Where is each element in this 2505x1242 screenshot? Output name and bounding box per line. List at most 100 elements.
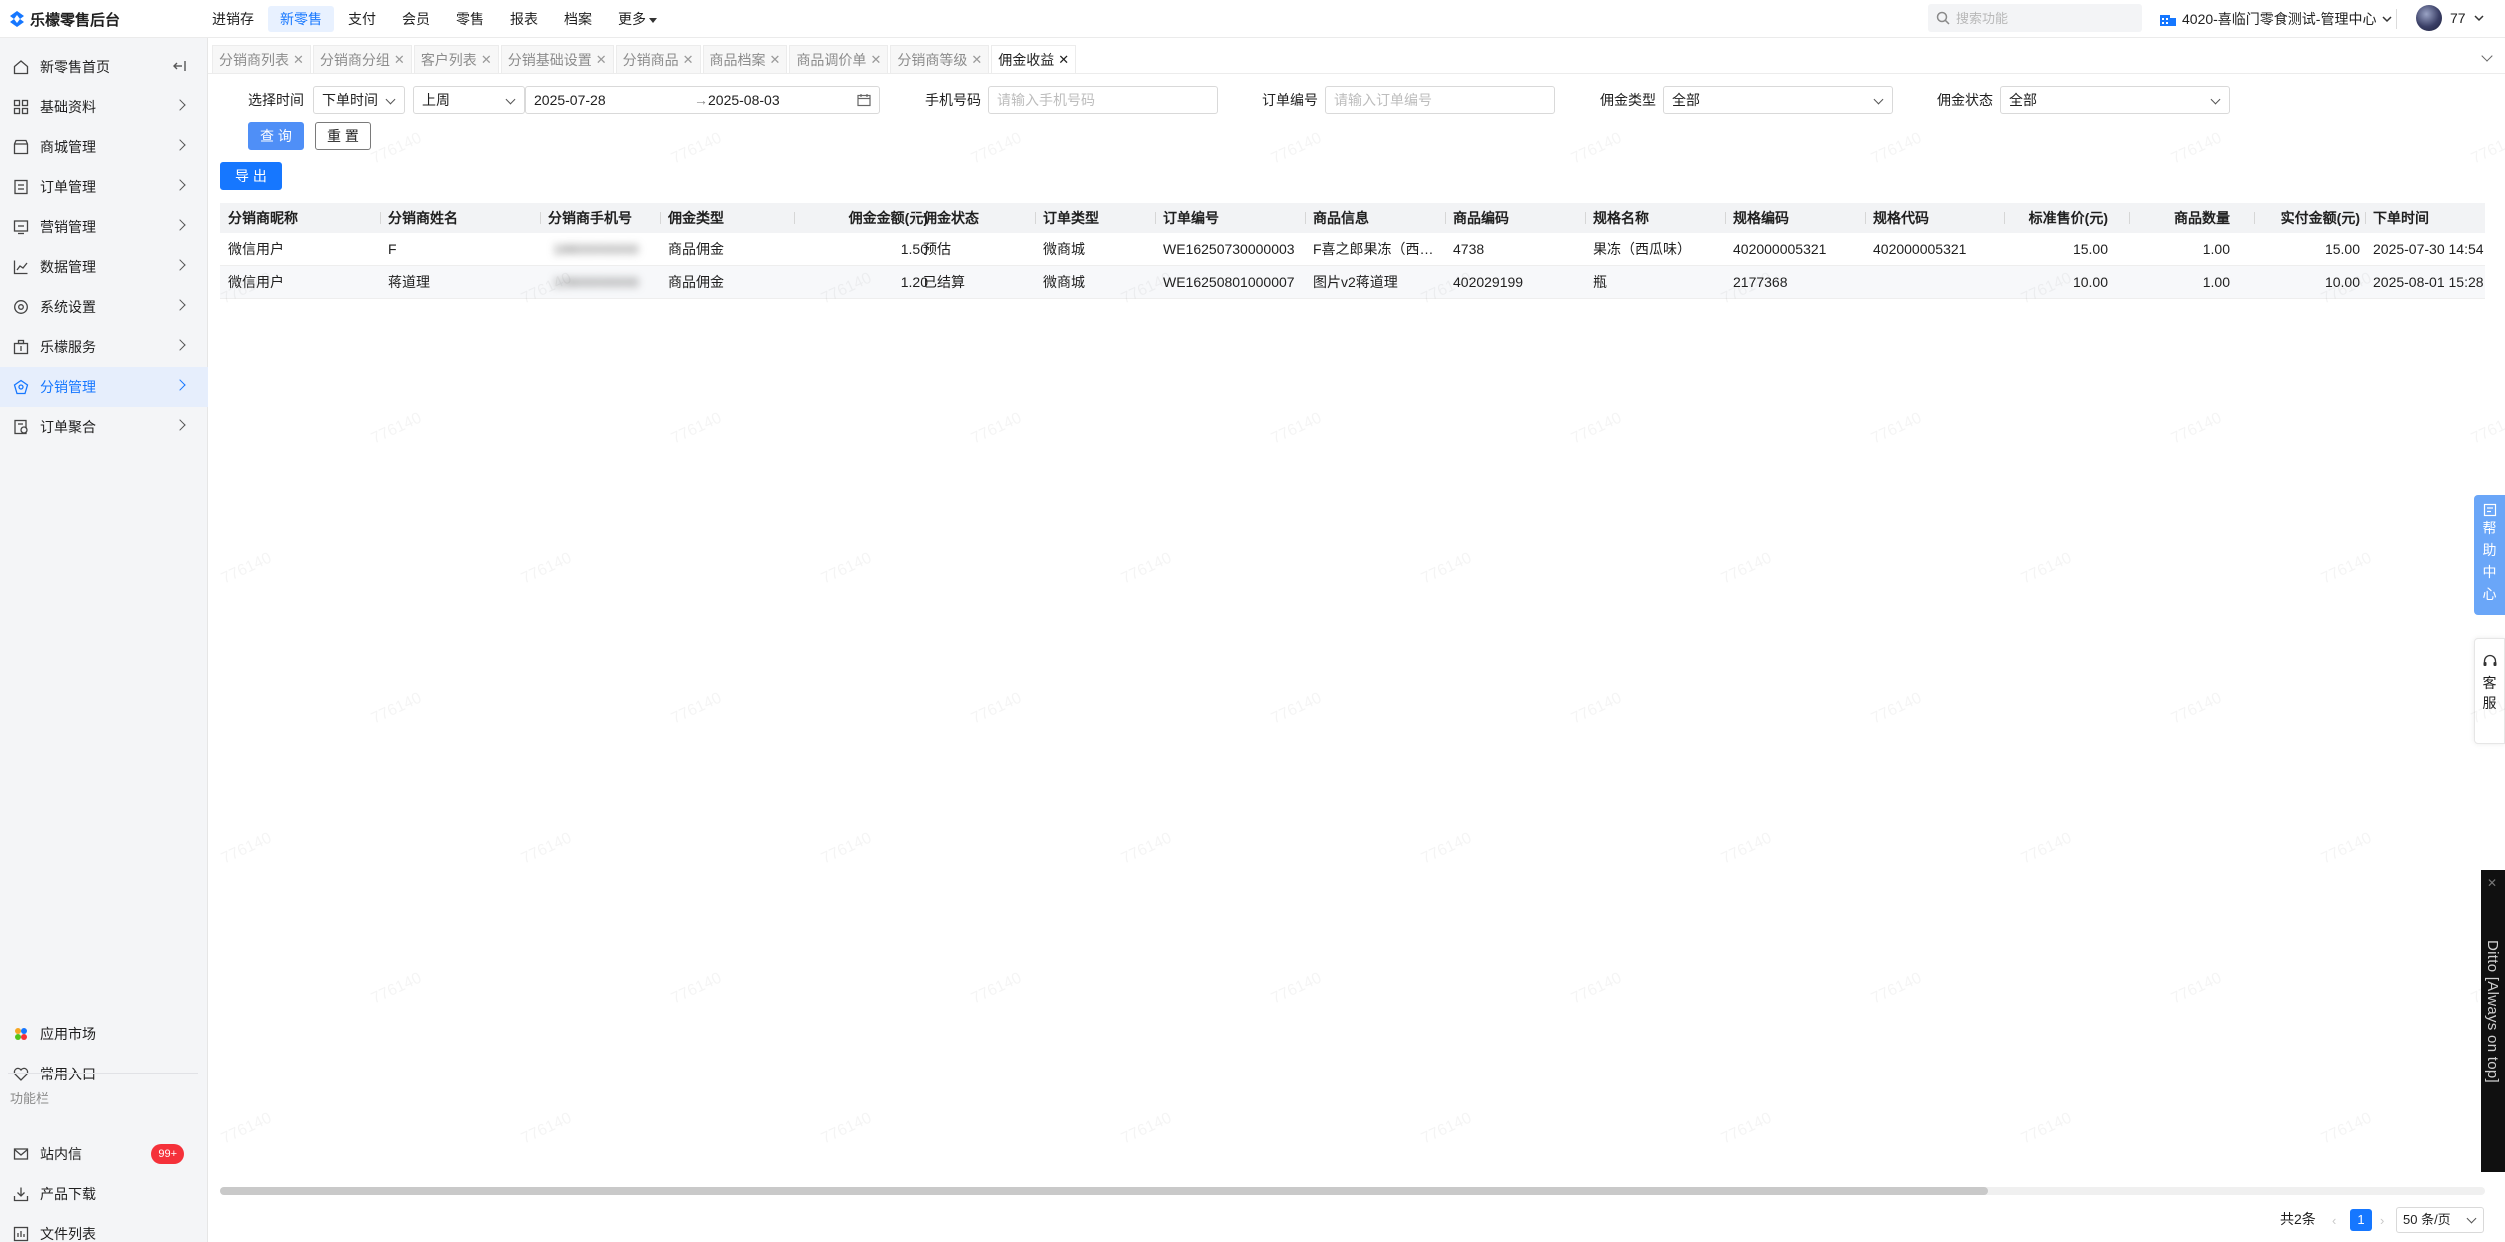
- sidebar-item-download[interactable]: 产品下载: [0, 1174, 208, 1214]
- topnav-item-member[interactable]: 会员: [390, 6, 442, 32]
- topnav-item-reports[interactable]: 报表: [498, 6, 550, 32]
- col-header-spec-code: 规格编码: [1725, 203, 1789, 233]
- sidebar-item-data[interactable]: 数据管理: [0, 247, 208, 287]
- period-select[interactable]: 上周: [413, 86, 525, 114]
- close-icon[interactable]: ✕: [870, 52, 881, 68]
- table-horizontal-scrollbar[interactable]: [220, 1187, 2485, 1195]
- watermark-text: 776140: [669, 970, 725, 1009]
- sidebar-item-lemeng-service[interactable]: 乐檬服务: [0, 327, 208, 367]
- close-icon[interactable]: ✕: [683, 52, 694, 68]
- chevron-right-icon: [174, 99, 186, 111]
- order-no-input[interactable]: [1334, 92, 1546, 108]
- reset-button[interactable]: 重 置: [315, 122, 371, 150]
- cell-nickname: 微信用户: [228, 274, 284, 290]
- cell-spec-name: 果冻（西瓜味）: [1593, 241, 1691, 257]
- close-icon[interactable]: ✕: [770, 52, 781, 68]
- watermark-text: 776140: [1269, 970, 1325, 1009]
- tab-commission-income[interactable]: 佣金收益 ✕: [991, 45, 1077, 73]
- tab-customer-list[interactable]: 客户列表 ✕: [413, 45, 499, 73]
- tab-distribution-products[interactable]: 分销商品 ✕: [615, 45, 701, 73]
- topnav-item-retail[interactable]: 零售: [444, 6, 496, 32]
- topnav-item-payment[interactable]: 支付: [336, 6, 388, 32]
- sidebar-item-label: 应用市场: [40, 1026, 96, 1042]
- date-end[interactable]: 2025-08-03: [708, 92, 858, 108]
- watermark-text: 776140: [1869, 410, 1925, 449]
- help-center-button[interactable]: 帮 助 中 心: [2474, 495, 2505, 615]
- sidebar-item-order-aggregate[interactable]: 订单聚合: [0, 407, 208, 447]
- file-list-icon: [12, 1225, 30, 1242]
- tab-price-adjustment[interactable]: 商品调价单 ✕: [789, 45, 889, 73]
- sidebar-item-files[interactable]: 文件列表: [0, 1214, 208, 1242]
- sidebar-item-marketing[interactable]: 营销管理: [0, 207, 208, 247]
- store-icon: [12, 138, 30, 156]
- order-no-field[interactable]: [1325, 86, 1555, 114]
- phone-field[interactable]: [988, 86, 1218, 114]
- watermark-text: 776140: [819, 830, 875, 869]
- page-number-current[interactable]: 1: [2350, 1209, 2372, 1231]
- watermark-text: 776140: [2469, 410, 2505, 449]
- close-icon[interactable]: ✕: [1058, 52, 1069, 68]
- sidebar-group-label: 功能栏: [10, 1091, 50, 1106]
- search-input[interactable]: [1956, 10, 2126, 26]
- chevron-down-icon: [1873, 94, 1884, 105]
- close-icon[interactable]: ✕: [2487, 876, 2497, 890]
- date-range-picker[interactable]: 2025-07-28 → 2025-08-03: [525, 86, 880, 114]
- store-switcher[interactable]: 4020-喜临门零食测试-管理中心: [2160, 9, 2392, 29]
- watermark-text: 776140: [519, 830, 575, 869]
- watermark-text: 776140: [2169, 690, 2225, 729]
- user-menu[interactable]: 77: [2416, 5, 2484, 31]
- close-icon[interactable]: ✕: [293, 52, 304, 68]
- topnav-item-new-retail[interactable]: 新零售: [268, 6, 334, 32]
- customer-service-button[interactable]: 客 服: [2474, 638, 2505, 744]
- tab-product-archive[interactable]: 商品档案 ✕: [702, 45, 788, 73]
- phone-input[interactable]: [997, 92, 1209, 108]
- commission-status-label: 佣金状态: [1937, 92, 1993, 108]
- sidebar-item-app-market[interactable]: 应用市场: [0, 1014, 208, 1054]
- watermark-text: 776140: [1719, 550, 1775, 589]
- time-type-select[interactable]: 下单时间: [313, 86, 405, 114]
- date-start[interactable]: 2025-07-28: [534, 92, 694, 108]
- ditto-window[interactable]: ✕ Ditto [Always on top]: [2481, 870, 2505, 1172]
- table-row[interactable]: 微信用户 F 18800000000 商品佣金 1.50 预估 微商城 WE16…: [220, 233, 2485, 266]
- tabs-more-chevron-icon[interactable]: [2481, 50, 2493, 62]
- commission-status-value: 全部: [2009, 92, 2037, 108]
- col-header-order-type: 订单类型: [1035, 203, 1099, 233]
- close-icon[interactable]: ✕: [481, 52, 492, 68]
- sidebar-item-inbox[interactable]: 站内信 99+: [0, 1134, 208, 1174]
- commission-type-select[interactable]: 全部: [1663, 86, 1893, 114]
- table-row[interactable]: 微信用户 蒋道理 13900000000 商品佣金 1.20 已结算 微商城 W…: [220, 266, 2485, 299]
- prev-page-icon[interactable]: ‹: [2332, 1213, 2342, 1228]
- page-size-select[interactable]: 50 条/页: [2396, 1207, 2484, 1233]
- tab-distributor-group[interactable]: 分销商分组 ✕: [312, 45, 412, 73]
- sidebar-item-distribution[interactable]: 分销管理: [0, 367, 208, 407]
- sidebar-item-basic-data[interactable]: 基础资料: [0, 87, 208, 127]
- sidebar-item-settings[interactable]: 系统设置: [0, 287, 208, 327]
- query-button[interactable]: 查 询: [248, 122, 304, 150]
- tab-distributor-level[interactable]: 分销商等级 ✕: [890, 45, 990, 73]
- sidebar-item-orders[interactable]: 订单管理: [0, 167, 208, 207]
- watermark-text: 776140: [1869, 690, 1925, 729]
- tab-distributor-list[interactable]: 分销商列表 ✕: [212, 45, 311, 73]
- topnav-item-more[interactable]: 更多: [606, 6, 669, 32]
- close-icon[interactable]: ✕: [971, 52, 982, 68]
- col-header-product-info: 商品信息: [1305, 203, 1369, 233]
- close-icon[interactable]: ✕: [596, 52, 607, 68]
- commission-table: 分销商昵称 分销商姓名 分销商手机号 佣金类型 佣金金额(元) 佣金状态 订单类…: [220, 203, 2485, 299]
- cell-phone: 18800000000: [553, 241, 639, 257]
- function-search[interactable]: [1928, 4, 2142, 32]
- table-header: 分销商昵称 分销商姓名 分销商手机号 佣金类型 佣金金额(元) 佣金状态 订单类…: [220, 203, 2485, 233]
- watermark-text: 776140: [2469, 130, 2505, 169]
- topnav-item-inventory[interactable]: 进销存: [200, 6, 266, 32]
- app-logo[interactable]: 乐檬零售后台: [10, 8, 120, 30]
- topnav-item-archive[interactable]: 档案: [552, 6, 604, 32]
- sidebar-item-home[interactable]: 新零售首页: [0, 47, 208, 87]
- chevron-down-icon: [2474, 15, 2484, 22]
- scrollbar-thumb[interactable]: [220, 1187, 1988, 1195]
- collapse-sidebar-icon[interactable]: [172, 59, 186, 75]
- export-button[interactable]: 导 出: [220, 162, 282, 190]
- tab-distribution-settings[interactable]: 分销基础设置 ✕: [500, 45, 614, 73]
- next-page-icon[interactable]: ›: [2380, 1213, 2390, 1228]
- close-icon[interactable]: ✕: [394, 52, 405, 68]
- commission-status-select[interactable]: 全部: [2000, 86, 2230, 114]
- sidebar-item-mall[interactable]: 商城管理: [0, 127, 208, 167]
